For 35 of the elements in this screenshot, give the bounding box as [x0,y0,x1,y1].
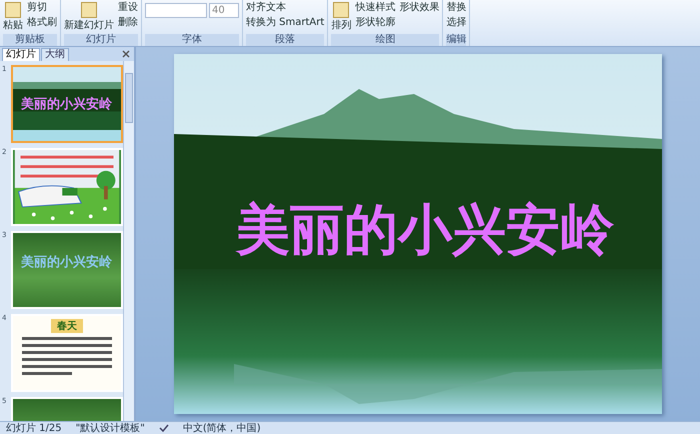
spellcheck-icon[interactable] [158,423,169,433]
slide-title: 美丽的小兴安岭 [21,96,112,113]
ribbon-button[interactable]: 新建幻灯片 [64,1,114,32]
pane-tab[interactable]: 幻灯片 [2,48,40,61]
font-name-field[interactable] [145,3,207,18]
group-label: 字体 [145,34,239,46]
ribbon-button[interactable]: 形状轮廓 [355,16,396,30]
ribbon-button[interactable]: 对齐文本 [246,1,324,15]
ribbon-button[interactable]: 选择 [446,16,466,30]
slide-position: 幻灯片 1/25 [6,422,62,434]
group-label: 段落 [246,34,324,46]
ribbon-button[interactable]: 格式刷 [27,16,57,30]
group-label: 剪贴板 [3,34,57,46]
scrollbar[interactable] [123,61,134,421]
slide-thumbnail[interactable]: 美丽的小兴安岭 [11,65,123,143]
ribbon-button[interactable]: 形状效果 [399,1,440,15]
font-size-field[interactable]: 40 [209,3,239,18]
ribbon-button[interactable]: 快速样式 [355,1,396,15]
theme-name: "默认设计模板" [76,422,145,434]
ribbon-button[interactable]: 重设 [118,1,138,15]
ribbon-button[interactable]: 删除 [118,16,138,30]
slide-thumbnail[interactable]: 春天 [11,314,123,392]
ribbon-button[interactable]: 排列 [331,1,352,32]
ribbon-button[interactable]: 粘贴 [3,1,23,32]
ribbon-button[interactable]: 替换 [446,1,466,15]
pane-tab[interactable]: 大纲 [41,48,69,61]
slide-heading: 春天 [51,319,83,333]
ribbon-button[interactable]: 剪切 [27,1,57,15]
language[interactable]: 中文(简体，中国) [182,421,261,434]
close-icon[interactable] [122,50,130,58]
ribbon-button[interactable]: 转换为 SmartArt [246,16,324,30]
group-label: 绘图 [331,34,440,46]
group-label: 编辑 [446,34,466,46]
slide-title: 美丽的小兴安岭 [21,254,112,271]
group-label: 幻灯片 [64,34,138,46]
